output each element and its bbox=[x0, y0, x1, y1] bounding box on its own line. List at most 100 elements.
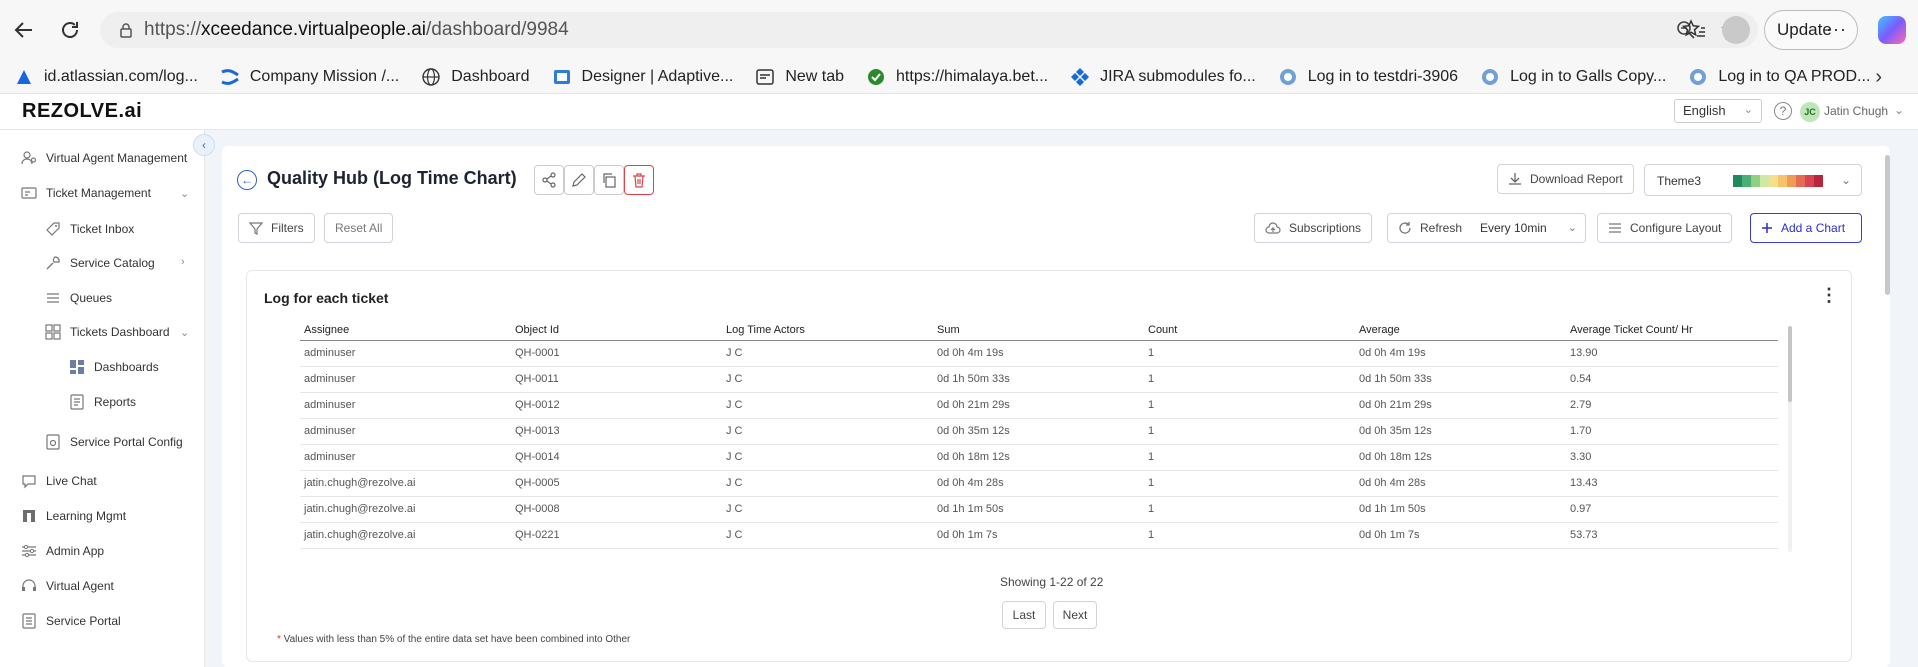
collapse-sidebar-icon[interactable]: ‹ bbox=[193, 134, 215, 156]
chevron-down-icon: ⌄ bbox=[1743, 104, 1753, 116]
sidebar-item-learning-mgmt[interactable]: Learning Mgmt bbox=[20, 507, 126, 525]
table-cell: QH-0221 bbox=[511, 522, 722, 549]
update-button[interactable]: Update ··· bbox=[1764, 10, 1858, 50]
bookmark-item[interactable]: Company Mission /... bbox=[220, 67, 399, 87]
reload-icon[interactable] bbox=[54, 14, 86, 46]
profile-avatar-icon[interactable] bbox=[1722, 16, 1750, 44]
next-page-label: Next bbox=[1062, 608, 1088, 622]
sidebar-item-label: Service Portal bbox=[46, 614, 121, 628]
sidebar-item-service-portal[interactable]: Service Portal bbox=[20, 612, 121, 630]
bookmark-item[interactable]: id.atlassian.com/log... bbox=[14, 67, 198, 87]
back-circle-icon[interactable]: ← bbox=[237, 170, 257, 190]
table-cell: 0d 0h 35m 12s bbox=[1355, 418, 1566, 445]
refresh-button[interactable]: Refresh bbox=[1387, 213, 1471, 243]
page-scrollbar[interactable] bbox=[1885, 155, 1890, 295]
add-chart-button[interactable]: Add a Chart bbox=[1750, 213, 1862, 243]
reset-all-button[interactable]: Reset All bbox=[324, 213, 394, 243]
table-cell: QH-0013 bbox=[511, 418, 722, 445]
configure-layout-label: Configure Layout bbox=[1630, 221, 1722, 235]
layout-icon bbox=[1608, 221, 1622, 235]
copilot-icon[interactable] bbox=[1878, 16, 1906, 44]
chevron-down-icon[interactable]: ⌄ bbox=[180, 187, 189, 200]
table-row[interactable]: jatin.chugh@rezolve.ai QH-0221 J C 0d 0h 1m… bbox=[300, 522, 1778, 549]
chevron-down-icon[interactable]: ⌄ bbox=[1894, 103, 1904, 117]
chevron-down-icon[interactable]: ⌄ bbox=[180, 326, 189, 339]
bookmark-item[interactable]: Dashboard bbox=[421, 67, 530, 87]
sidebar-item-virtual-agent-management[interactable]: Virtual Agent Management bbox=[20, 149, 187, 167]
next-page-button[interactable]: Next bbox=[1053, 601, 1097, 629]
sidebar-item-ticket-management[interactable]: Ticket Management bbox=[20, 184, 151, 202]
bookmark-item[interactable]: Log in to Galls Copy... bbox=[1480, 67, 1666, 87]
report-icon bbox=[68, 393, 86, 411]
bookmark-item[interactable]: Designer | Adaptive... bbox=[552, 67, 733, 87]
copy-button[interactable] bbox=[594, 165, 624, 195]
edit-button[interactable] bbox=[564, 165, 594, 195]
table-cell: 0d 1h 1m 50s bbox=[1355, 496, 1566, 523]
configure-layout-button[interactable]: Configure Layout bbox=[1597, 213, 1733, 243]
plus-icon bbox=[1761, 222, 1773, 234]
column-header[interactable]: Sum bbox=[933, 320, 1144, 341]
last-page-button[interactable]: Last bbox=[1002, 601, 1046, 629]
table-cell: QH-0008 bbox=[511, 496, 722, 523]
bookmark-item[interactable]: Log in to testdri-3906 bbox=[1278, 67, 1458, 87]
sidebar-item-service-catalog[interactable]: Service Catalog bbox=[44, 254, 155, 272]
chevron-right-icon[interactable]: › bbox=[181, 256, 185, 268]
sidebar-item-virtual-agent[interactable]: Virtual Agent bbox=[20, 577, 114, 595]
share-icon bbox=[541, 172, 557, 188]
more-menu-icon[interactable]: ··· bbox=[1826, 19, 1847, 40]
table-row[interactable]: adminuser QH-0013 J C 0d 0h 35m 12s 1 0d 0h 3… bbox=[300, 418, 1778, 445]
sidebar-item-admin-app[interactable]: Admin App bbox=[20, 542, 104, 560]
table-row[interactable]: jatin.chugh@rezolve.ai QH-0005 J C 0d 0h 4m… bbox=[300, 470, 1778, 497]
avatar[interactable]: JC bbox=[1800, 102, 1820, 122]
sidebar-item-ticket-inbox[interactable]: Ticket Inbox bbox=[44, 220, 134, 238]
column-header[interactable]: Average bbox=[1355, 320, 1566, 341]
delete-button[interactable] bbox=[624, 165, 654, 195]
bookmark-label: https://himalaya.bet... bbox=[896, 67, 1049, 85]
table-row[interactable]: adminuser QH-0011 J C 0d 1h 50m 33s 1 0d 1h 5… bbox=[300, 366, 1778, 393]
bookmark-item[interactable]: https://himalaya.bet... bbox=[866, 67, 1048, 87]
share-button[interactable] bbox=[534, 165, 564, 195]
servicenow-icon bbox=[1688, 67, 1708, 87]
download-report-button[interactable]: Download Report bbox=[1497, 164, 1634, 194]
table-cell: 13.90 bbox=[1566, 340, 1778, 367]
bookmark-item[interactable]: Log in to QA PROD... bbox=[1688, 67, 1870, 87]
favorites-list-icon[interactable] bbox=[1682, 18, 1706, 42]
sidebar-item-label: Dashboards bbox=[94, 360, 159, 374]
site-info-icon[interactable] bbox=[108, 22, 144, 38]
back-arrow-icon[interactable] bbox=[8, 14, 40, 46]
table-row[interactable]: adminuser QH-0014 J C 0d 0h 18m 12s 1 0d 0h 1… bbox=[300, 444, 1778, 471]
table-row[interactable]: adminuser QH-0012 J C 0d 0h 21m 29s 1 0d 0h 2… bbox=[300, 392, 1778, 419]
table-row[interactable]: adminuser QH-0001 J C 0d 0h 4m 19s 1 0d 0h 4m… bbox=[300, 340, 1778, 367]
sidebar-item-live-chat[interactable]: Live Chat bbox=[20, 472, 97, 490]
kebab-menu-icon[interactable]: ⋮ bbox=[1820, 286, 1838, 304]
table-row[interactable]: jatin.chugh@rezolve.ai QH-0008 J C 0d 1h 1m… bbox=[300, 496, 1778, 523]
column-header[interactable]: Average Ticket Count/ Hr bbox=[1566, 320, 1778, 341]
bookmark-item[interactable]: New tab bbox=[755, 67, 844, 87]
address-bar[interactable]: https://xceedance.virtualpeople.ai/dashb… bbox=[100, 12, 1758, 48]
column-header[interactable]: Object Id bbox=[511, 320, 722, 341]
column-header[interactable]: Log Time Actors bbox=[722, 320, 933, 341]
subscriptions-button[interactable]: Subscriptions bbox=[1254, 213, 1373, 243]
language-select[interactable]: English ⌄ bbox=[1674, 99, 1762, 123]
sidebar-item-tickets-dashboard[interactable]: Tickets Dashboard bbox=[44, 323, 170, 341]
sidebar-item-service-portal-config[interactable]: Service Portal Config bbox=[44, 433, 183, 451]
table-scrollbar-thumb[interactable] bbox=[1788, 326, 1792, 402]
bookmark-item[interactable]: JIRA submodules fo... bbox=[1070, 67, 1256, 87]
headset-icon bbox=[20, 577, 38, 595]
filters-button[interactable]: Filters bbox=[238, 213, 315, 243]
sidebar-item-label: Ticket Management bbox=[46, 186, 151, 200]
refresh-interval-select[interactable]: Every 10min ⌄ bbox=[1470, 213, 1586, 243]
theme-color-swatch bbox=[1760, 175, 1769, 187]
help-icon[interactable]: ? bbox=[1774, 102, 1792, 120]
bookmark-label: Log in to Galls Copy... bbox=[1510, 67, 1667, 85]
sidebar-item-label: Reports bbox=[94, 395, 137, 409]
column-header[interactable]: Assignee bbox=[300, 320, 511, 341]
sidebar-item-queues[interactable]: Queues bbox=[44, 289, 112, 307]
table-cell: jatin.chugh@rezolve.ai bbox=[300, 496, 511, 523]
user-name[interactable]: Jatin Chugh bbox=[1824, 104, 1888, 118]
chevron-right-icon[interactable]: › bbox=[1875, 66, 1882, 89]
column-header[interactable]: Count bbox=[1144, 320, 1355, 341]
theme-select[interactable]: Theme3 ⌄ bbox=[1644, 164, 1862, 196]
sidebar-item-dashboards[interactable]: Dashboards bbox=[68, 358, 159, 376]
sidebar-item-reports[interactable]: Reports bbox=[68, 393, 136, 411]
